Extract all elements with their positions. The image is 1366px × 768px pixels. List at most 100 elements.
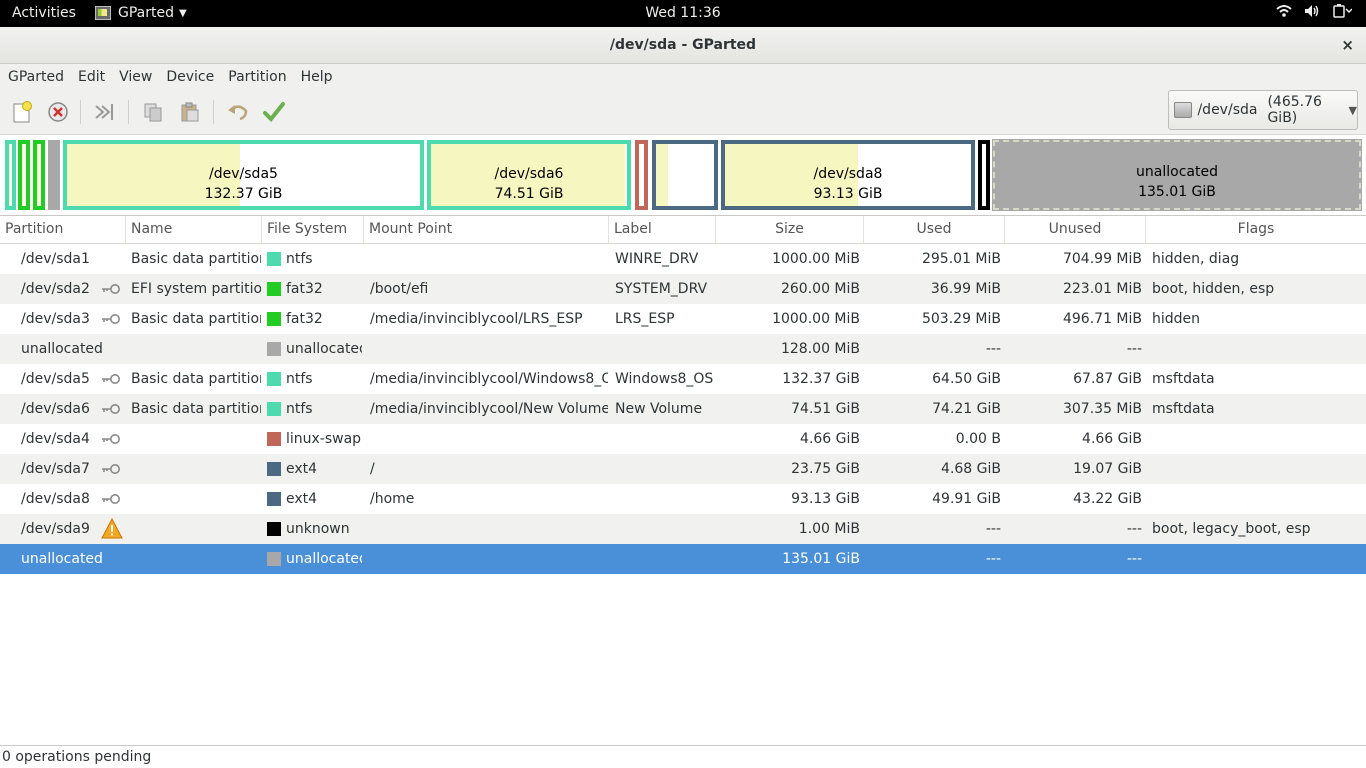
map-segment-sda9[interactable] (978, 140, 990, 210)
menu-view[interactable]: View (112, 64, 159, 90)
device-name: /dev/sda (1197, 102, 1258, 118)
cell-flags: msftdata (1152, 401, 1215, 417)
cell-label: WINRE_DRV (615, 251, 699, 267)
column-header-partition[interactable]: Partition (0, 216, 126, 243)
column-header-size[interactable]: Size (716, 216, 864, 243)
table-row[interactable]: /dev/sda6 Basic data partition ntfs/media/… (0, 394, 1366, 424)
table-row[interactable]: /dev/sda3 Basic data partition fat32/media… (0, 304, 1366, 334)
table-row[interactable]: /dev/sda4 linux-swap 4.66 GiB 0.00 B 4.66 Gi… (0, 424, 1366, 454)
system-status-area[interactable] (1276, 4, 1353, 22)
device-selector[interactable]: /dev/sda (465.76 GiB) ▼ (1168, 90, 1358, 130)
cell-used: 503.29 MiB (921, 311, 1001, 327)
menu-bar: GParted Edit View Device Partition Help (0, 64, 1366, 90)
close-window-button[interactable]: × (1341, 27, 1354, 63)
cell-partition: /dev/sda4 (21, 431, 90, 447)
cell-file-system: ext4 (286, 491, 318, 507)
cell-label: Windows8_OS (615, 371, 714, 387)
cell-mount-point: / (370, 461, 375, 477)
cell-used: --- (985, 521, 1001, 537)
map-segment-sda3[interactable] (33, 140, 45, 210)
table-row[interactable]: /dev/sda7 ext4 / 23.75 GiB 4.68 GiB 19.07 GiB (0, 454, 1366, 484)
paste-button[interactable] (177, 99, 203, 125)
apply-button[interactable] (261, 99, 287, 125)
cell-label: New Volume (615, 401, 703, 417)
map-segment-unallocated-small[interactable] (48, 140, 60, 210)
cell-file-system: ext4 (286, 461, 318, 477)
column-header-unused[interactable]: Unused (1005, 216, 1146, 243)
map-segment-sda1[interactable] (5, 140, 16, 210)
map-segment-text: /dev/sda8 93.13 GiB (725, 164, 971, 204)
cell-name: EFI system partition (131, 281, 261, 297)
copy-button[interactable] (140, 99, 166, 125)
cell-size: 260.00 MiB (780, 281, 860, 297)
cell-partition: /dev/sda3 (21, 311, 90, 327)
menu-help[interactable]: Help (294, 64, 340, 90)
column-header-file-system[interactable]: File System (262, 216, 364, 243)
map-segment-sda5[interactable]: /dev/sda5 132.37 GiB (63, 140, 424, 210)
app-menu-label: GParted (118, 5, 174, 21)
cell-partition: unallocated (21, 551, 103, 567)
table-row[interactable]: /dev/sda1 Basic data partition ntfs WINRE_D… (0, 244, 1366, 274)
column-header-flags[interactable]: Flags (1146, 216, 1366, 243)
table-row[interactable]: /dev/sda8 ext4/home 93.13 GiB 49.91 GiB 43.2… (0, 484, 1366, 514)
table-row[interactable]: unallocated unallocated 135.01 GiB --- --- (0, 544, 1366, 574)
cell-label: SYSTEM_DRV (615, 281, 708, 297)
column-header-used[interactable]: Used (864, 216, 1005, 243)
cell-mount-point: /media/invinciblycool/New Volume (370, 401, 608, 417)
table-row[interactable]: unallocated unallocated 128.00 MiB --- --- (0, 334, 1366, 364)
wifi-icon (1276, 4, 1292, 22)
cell-used: 36.99 MiB (930, 281, 1001, 297)
table-row[interactable]: /dev/sda9 unknown 1.00 MiB --- --- boot, lega… (0, 514, 1366, 544)
cell-used: 64.50 GiB (932, 371, 1001, 387)
map-segment-unallocated[interactable]: unallocated 135.01 GiB (992, 139, 1362, 211)
column-header-label[interactable]: Label (609, 216, 716, 243)
table-row[interactable]: /dev/sda5 Basic data partition ntfs/media/… (0, 364, 1366, 394)
window-titlebar[interactable]: /dev/sda - GParted × (0, 27, 1366, 64)
column-header-mount-point[interactable]: Mount Point (364, 216, 609, 243)
cell-partition: /dev/sda1 (21, 251, 90, 267)
filesystem-color-swatch (267, 252, 281, 266)
resize-move-button[interactable] (92, 99, 118, 125)
map-segment-label: unallocated (1136, 164, 1218, 180)
map-segment-size: 132.37 GiB (204, 186, 283, 202)
menu-partition[interactable]: Partition (221, 64, 293, 90)
cell-partition: /dev/sda2 (21, 281, 90, 297)
cell-file-system: linux-swap (286, 431, 362, 447)
delete-partition-button[interactable] (45, 99, 71, 125)
cell-used: --- (985, 341, 1001, 357)
menu-edit[interactable]: Edit (71, 64, 112, 90)
map-segment-sda4[interactable] (635, 140, 648, 210)
cell-unused: 307.35 MiB (1062, 401, 1142, 417)
column-header-name[interactable]: Name (126, 216, 262, 243)
map-segment-label: /dev/sda5 (209, 166, 278, 182)
new-partition-button[interactable] (9, 99, 35, 125)
cell-used: 49.91 GiB (932, 491, 1001, 507)
paste-icon (181, 102, 199, 122)
map-segment-sda8[interactable]: /dev/sda8 93.13 GiB (721, 140, 975, 210)
new-icon (13, 101, 32, 123)
cell-unused: 19.07 GiB (1073, 461, 1142, 477)
cell-mount-point: /media/invinciblycool/Windows8_OS (370, 371, 608, 387)
map-segment-sda6[interactable]: /dev/sda6 74.51 GiB (427, 140, 631, 210)
undo-button[interactable] (225, 99, 251, 125)
cell-unused: 43.22 GiB (1073, 491, 1142, 507)
cell-used: 0.00 B (955, 431, 1001, 447)
cell-file-system: fat32 (286, 281, 323, 297)
map-segment-text: /dev/sda5 132.37 GiB (67, 164, 420, 204)
map-segment-sda2[interactable] (18, 140, 30, 210)
app-menu-button[interactable]: GParted ▼ (95, 5, 187, 21)
menu-gparted[interactable]: GParted (0, 64, 71, 90)
filesystem-color-swatch (267, 372, 281, 386)
map-segment-size: 135.01 GiB (1138, 184, 1216, 200)
activities-button[interactable]: Activities (12, 5, 76, 21)
cell-file-system: ntfs (286, 401, 313, 417)
menu-device[interactable]: Device (159, 64, 221, 90)
clock[interactable]: Wed 11:36 (0, 5, 1366, 21)
filesystem-color-swatch (267, 282, 281, 296)
cell-partition: unallocated (21, 341, 103, 357)
map-segment-sda7[interactable] (652, 140, 718, 210)
table-row[interactable]: /dev/sda2 EFI system partition fat32/boot/… (0, 274, 1366, 304)
status-bar: 0 operations pending (0, 746, 1366, 768)
map-segment-text: /dev/sda6 74.51 GiB (431, 164, 627, 204)
map-segment-label: /dev/sda8 (813, 166, 883, 182)
